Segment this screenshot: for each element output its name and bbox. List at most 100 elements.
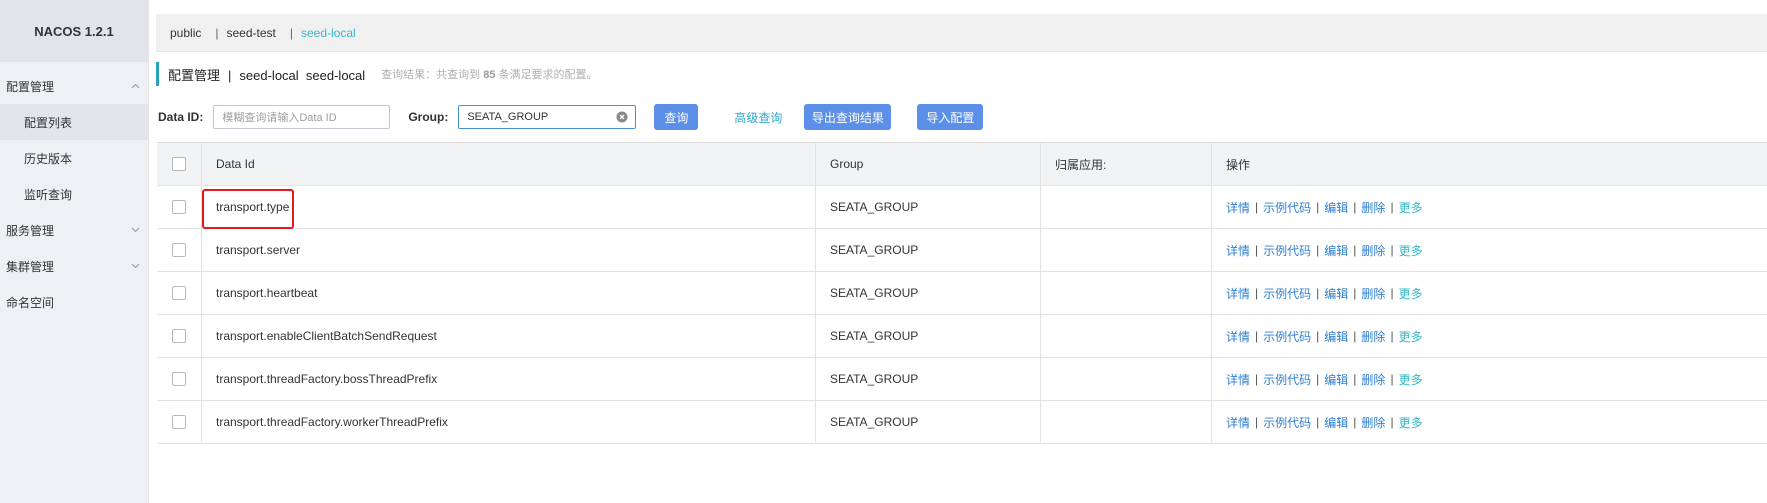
sample-code-link[interactable]: 示例代码 (1263, 414, 1311, 431)
delete-link[interactable]: 删除 (1361, 371, 1385, 388)
op-separator: | (1390, 200, 1394, 214)
detail-link[interactable]: 详情 (1226, 242, 1250, 259)
op-separator: | (1353, 415, 1357, 429)
op-separator: | (1390, 329, 1394, 343)
chevron-up-icon (131, 83, 140, 89)
sidebar-item-label: 配置列表 (24, 115, 73, 130)
dataid-input[interactable]: 模糊查询请输入Data ID (213, 105, 391, 129)
group-input[interactable]: SEATA_GROUP (458, 105, 637, 129)
row-group: SEATA_GROUP (816, 315, 1041, 357)
title-separator: | (228, 67, 232, 83)
table-row: transport.enableClientBatchSendRequest S… (157, 315, 1767, 358)
edit-link[interactable]: 编辑 (1324, 199, 1348, 216)
row-checkbox[interactable] (172, 200, 186, 214)
more-link[interactable]: 更多 (1399, 242, 1423, 259)
export-results-button[interactable]: 导出查询结果 (804, 104, 892, 130)
sample-code-link[interactable]: 示例代码 (1263, 285, 1311, 302)
op-separator: | (1316, 243, 1320, 257)
filter-bar: Data ID: 模糊查询请输入Data ID Group: SEATA_GRO… (158, 104, 1767, 130)
sample-code-link[interactable]: 示例代码 (1263, 242, 1311, 259)
row-app (1041, 229, 1212, 271)
sample-code-link[interactable]: 示例代码 (1263, 199, 1311, 216)
row-group: SEATA_GROUP (816, 358, 1041, 400)
delete-link[interactable]: 删除 (1361, 414, 1385, 431)
detail-link[interactable]: 详情 (1226, 285, 1250, 302)
table-row: transport.server SEATA_GROUP 详情 | 示例代码 | 编… (157, 229, 1767, 272)
row-checkbox[interactable] (172, 286, 186, 300)
op-separator: | (1353, 372, 1357, 386)
sidebar-item-label: 配置管理 (6, 79, 55, 94)
table-row: transport.heartbeat SEATA_GROUP 详情 | 示例代码… (157, 272, 1767, 315)
main-content: public | seed-test | seed-local 配置管理 | see… (148, 0, 1767, 503)
sidebar-item-cluster-management[interactable]: 集群管理 (0, 248, 148, 284)
more-link[interactable]: 更多 (1399, 371, 1423, 388)
query-button[interactable]: 查询 (654, 104, 699, 130)
row-checkbox[interactable] (172, 415, 186, 429)
namespace-public[interactable]: public (170, 26, 201, 40)
detail-link[interactable]: 详情 (1226, 371, 1250, 388)
page-title: 配置管理 | seed-local seed-local (168, 65, 365, 84)
select-all-checkbox[interactable] (172, 157, 186, 171)
namespace-id: seed-local (305, 67, 366, 83)
op-separator: | (1353, 243, 1357, 257)
table-row: transport.type SEATA_GROUP 详情 | 示例代码 | 编辑 |… (157, 186, 1767, 229)
row-operations: 详情 | 示例代码 | 编辑 | 删除 | 更多 (1212, 186, 1767, 228)
row-checkbox[interactable] (172, 329, 186, 343)
op-separator: | (1353, 329, 1357, 343)
delete-link[interactable]: 删除 (1361, 328, 1385, 345)
sidebar-item-history[interactable]: 历史版本 (0, 140, 148, 176)
op-separator: | (1390, 243, 1394, 257)
edit-link[interactable]: 编辑 (1324, 414, 1348, 431)
sidebar-item-service-management[interactable]: 服务管理 (0, 212, 148, 248)
op-separator: | (1353, 200, 1357, 214)
table-header: Data Id Group 归属应用: 操作 (157, 143, 1767, 186)
detail-link[interactable]: 详情 (1226, 199, 1250, 216)
sidebar-item-label: 集群管理 (6, 259, 55, 274)
advanced-query-link[interactable]: 高级查询 (734, 109, 782, 126)
edit-link[interactable]: 编辑 (1324, 328, 1348, 345)
op-separator: | (1255, 200, 1259, 214)
row-checkbox[interactable] (172, 243, 186, 257)
row-dataid: transport.server (202, 229, 816, 271)
row-checkbox[interactable] (172, 372, 186, 386)
op-separator: | (1255, 243, 1259, 257)
clear-icon[interactable] (616, 111, 628, 126)
more-link[interactable]: 更多 (1399, 328, 1423, 345)
row-group: SEATA_GROUP (816, 272, 1041, 314)
delete-link[interactable]: 删除 (1361, 199, 1385, 216)
edit-link[interactable]: 编辑 (1324, 285, 1348, 302)
row-group: SEATA_GROUP (816, 186, 1041, 228)
delete-link[interactable]: 删除 (1361, 285, 1385, 302)
sidebar-item-namespace[interactable]: 命名空间 (0, 284, 148, 320)
more-link[interactable]: 更多 (1399, 414, 1423, 431)
page-title-label: 配置管理 (168, 67, 221, 83)
group-input-value: SEATA_GROUP (467, 111, 549, 123)
op-separator: | (1255, 329, 1259, 343)
row-operations: 详情 | 示例代码 | 编辑 | 删除 | 更多 (1212, 358, 1767, 400)
sidebar-item-listener-query[interactable]: 监听查询 (0, 176, 148, 212)
namespace-seed-local[interactable]: seed-local (301, 26, 356, 40)
op-separator: | (1316, 286, 1320, 300)
table-row: transport.threadFactory.bossThreadPrefix… (157, 358, 1767, 401)
sidebar-item-config-management[interactable]: 配置管理 (0, 68, 148, 104)
more-link[interactable]: 更多 (1399, 199, 1423, 216)
detail-link[interactable]: 详情 (1226, 414, 1250, 431)
import-config-button[interactable]: 导入配置 (917, 104, 984, 130)
detail-link[interactable]: 详情 (1226, 328, 1250, 345)
query-result-hint: 查询结果：共查询到 85 条满足要求的配置。 (381, 66, 597, 82)
sidebar-item-label: 历史版本 (24, 151, 73, 166)
delete-link[interactable]: 删除 (1361, 242, 1385, 259)
sidebar-item-config-list[interactable]: 配置列表 (0, 104, 148, 140)
op-separator: | (1255, 286, 1259, 300)
column-header-dataid: Data Id (202, 143, 816, 185)
sample-code-link[interactable]: 示例代码 (1263, 371, 1311, 388)
more-link[interactable]: 更多 (1399, 285, 1423, 302)
namespace-seed-test[interactable]: seed-test (226, 26, 275, 40)
row-dataid: transport.threadFactory.workerThreadPref… (202, 401, 816, 443)
edit-link[interactable]: 编辑 (1324, 371, 1348, 388)
sample-code-link[interactable]: 示例代码 (1263, 328, 1311, 345)
chevron-down-icon (131, 263, 140, 269)
row-dataid: transport.threadFactory.bossThreadPrefix (202, 358, 816, 400)
row-operations: 详情 | 示例代码 | 编辑 | 删除 | 更多 (1212, 272, 1767, 314)
edit-link[interactable]: 编辑 (1324, 242, 1348, 259)
